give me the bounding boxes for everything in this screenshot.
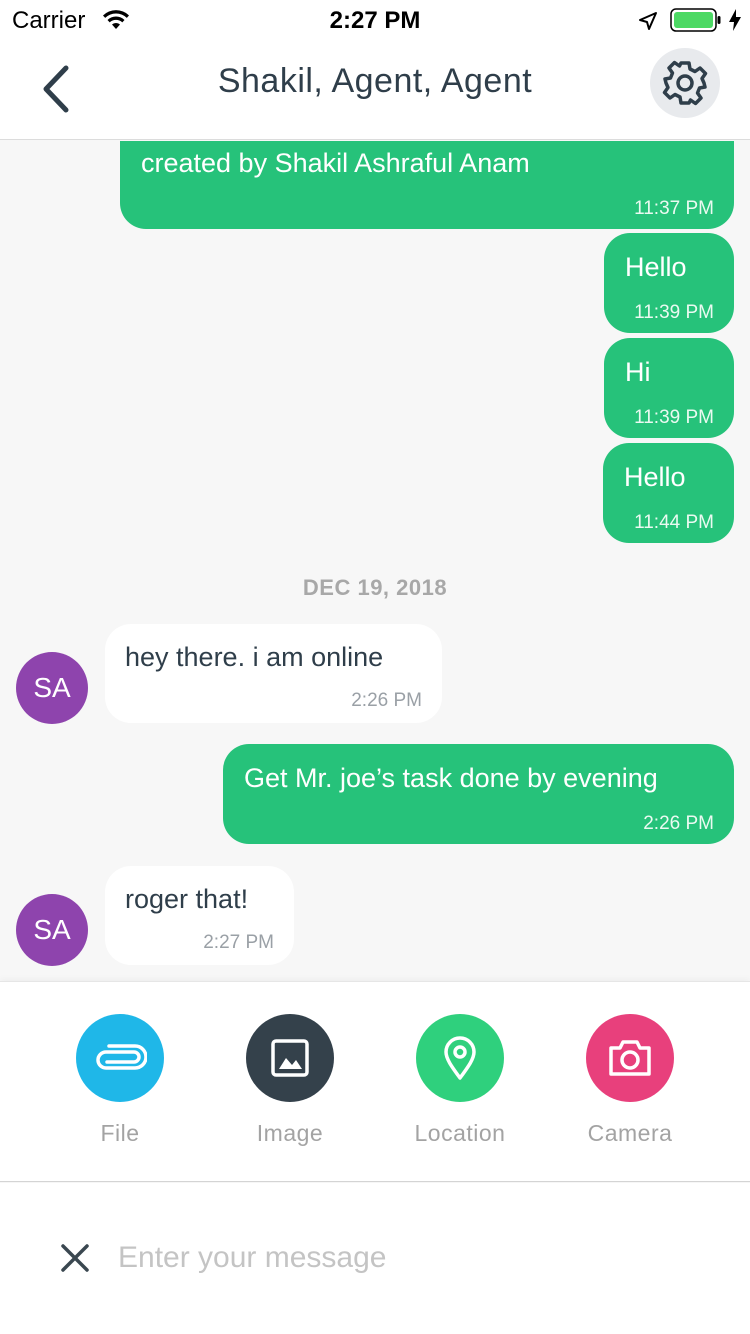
date-divider: DEC 19, 2018	[302, 575, 448, 600]
message-text: Hi	[625, 357, 651, 387]
message-time: 2:26 PM	[351, 690, 422, 711]
message-text: Get Mr. joe’s task done by evening	[244, 763, 658, 793]
attach-camera-circle[interactable]	[586, 1014, 674, 1102]
message-time: 11:44 PM	[634, 512, 714, 533]
attach-location-label: Location	[414, 1120, 506, 1146]
attach-camera-label: Camera	[587, 1120, 673, 1146]
gear-icon	[662, 60, 708, 106]
attachment-panel: File Image Location Camera	[0, 981, 750, 1182]
message-text: Hello	[625, 252, 687, 282]
message-bubble-incoming[interactable]: roger that! 2:27 PM	[105, 866, 294, 965]
message-text: Hello	[624, 462, 686, 492]
message-text: created by Shakil Ashraful Anam	[141, 148, 530, 178]
message-text: roger that!	[125, 884, 249, 914]
message-bubble-incoming[interactable]: hey there. i am online 2:26 PM	[105, 624, 442, 723]
chat-title: Shakil, Agent, Agent	[217, 62, 533, 100]
charging-icon	[728, 8, 742, 39]
attach-image-circle[interactable]	[246, 1014, 334, 1102]
attach-image-button[interactable]: Image	[210, 1014, 370, 1154]
attach-image-label: Image	[256, 1120, 324, 1146]
message-text: hey there. i am online	[125, 642, 384, 672]
message-time: 11:39 PM	[634, 302, 714, 323]
message-time: 11:37 PM	[634, 198, 714, 219]
attach-file-label: File	[100, 1120, 140, 1146]
close-icon	[61, 1244, 89, 1272]
message-bubble-outgoing[interactable]: Hi 11:39 PM	[604, 338, 734, 438]
message-time: 11:39 PM	[634, 407, 714, 428]
message-composer	[0, 1183, 750, 1334]
image-icon	[271, 1039, 309, 1077]
message-bubble-outgoing[interactable]: Hello 11:44 PM	[603, 443, 734, 543]
message-list[interactable]: created by Shakil Ashraful Anam 11:37 PM…	[0, 141, 750, 981]
attach-location-button[interactable]: Location	[380, 1014, 540, 1154]
location-arrow-icon	[638, 10, 658, 38]
paperclip-icon	[96, 1044, 147, 1070]
status-bar: Carrier 2:27 PM	[0, 0, 750, 40]
battery-icon	[670, 8, 722, 39]
close-attachments-button[interactable]	[58, 1241, 92, 1275]
message-bubble-outgoing[interactable]: Hello 11:39 PM	[604, 233, 734, 333]
chat-header: Shakil, Agent, Agent	[0, 40, 750, 140]
attach-file-circle[interactable]	[76, 1014, 164, 1102]
attach-location-circle[interactable]	[416, 1014, 504, 1102]
message-bubble-outgoing[interactable]: Get Mr. joe’s task done by evening 2:26 …	[223, 744, 734, 844]
message-bubble-outgoing[interactable]: created by Shakil Ashraful Anam 11:37 PM	[120, 141, 734, 229]
attach-camera-button[interactable]: Camera	[550, 1014, 710, 1154]
message-time: 2:27 PM	[203, 932, 274, 953]
settings-button[interactable]	[650, 48, 720, 118]
camera-icon	[609, 1040, 651, 1076]
message-time: 2:26 PM	[643, 813, 714, 834]
attach-file-button[interactable]: File	[40, 1014, 200, 1154]
avatar[interactable]: SA	[16, 652, 88, 724]
avatar[interactable]: SA	[16, 894, 88, 966]
message-input[interactable]	[118, 1235, 718, 1281]
map-pin-icon	[444, 1036, 476, 1080]
